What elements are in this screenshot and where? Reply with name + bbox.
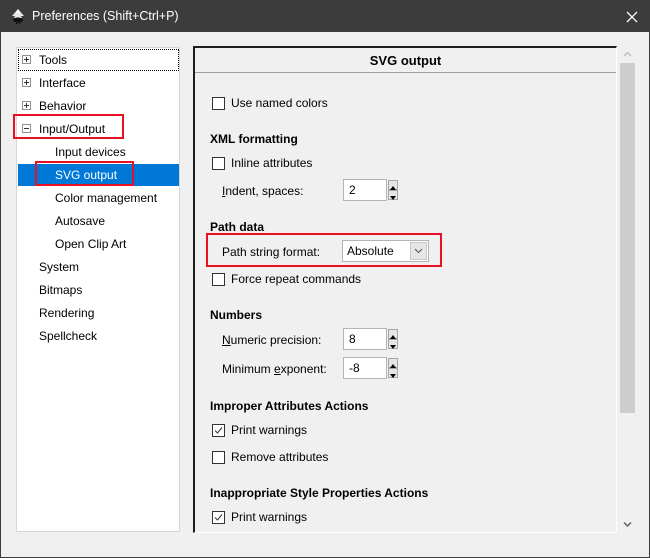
force-repeat-commands-checkbox[interactable] xyxy=(212,273,225,286)
use-named-colors-checkbox[interactable] xyxy=(212,97,225,110)
minimum-exponent-input[interactable]: -8 xyxy=(343,357,387,379)
arrow-down-icon xyxy=(390,196,396,200)
indent-spaces-spinbox[interactable]: 2 xyxy=(343,179,401,201)
tree-item-color-management[interactable]: Color management xyxy=(18,187,179,209)
window-title: Preferences (Shift+Ctrl+P) xyxy=(32,9,179,23)
scroll-thumb[interactable] xyxy=(620,63,635,413)
collapse-minus-icon[interactable] xyxy=(22,124,31,133)
arrow-down-icon xyxy=(390,345,396,349)
tree-item-label: Input/Output xyxy=(39,122,106,136)
path-data-heading: Path data xyxy=(210,220,265,234)
tree-item-bitmaps[interactable]: Bitmaps xyxy=(18,279,179,301)
inappropriate-style-heading: Inappropriate Style Properties Actions xyxy=(210,486,429,500)
tree-item-label: System xyxy=(39,260,80,274)
title-bar: Preferences (Shift+Ctrl+P) xyxy=(1,1,649,32)
improper-print-warnings-checkbox[interactable] xyxy=(212,424,225,437)
tree-item-spellcheck[interactable]: Spellcheck xyxy=(18,325,179,347)
spin-down-button[interactable] xyxy=(388,190,398,200)
tree-item-label: Bitmaps xyxy=(39,283,83,297)
indent-spaces-label: Indent, spaces: xyxy=(222,184,303,198)
numeric-precision-spinbox[interactable]: 8 xyxy=(343,328,401,350)
tree-item-system[interactable]: System xyxy=(18,256,179,278)
spin-up-button[interactable] xyxy=(388,329,398,339)
tree-item-open-clip-art[interactable]: Open Clip Art xyxy=(18,233,179,255)
mnemonic: N xyxy=(222,333,231,347)
expand-plus-icon[interactable] xyxy=(22,78,31,87)
style-print-warnings-label: Print warnings xyxy=(231,510,308,524)
tree-item-svg-output[interactable]: SVG output xyxy=(18,164,179,186)
improper-print-warnings-label: Print warnings xyxy=(231,423,308,437)
tree-item-label: Tools xyxy=(39,53,68,67)
label-text: Minimum xyxy=(222,362,275,376)
label-text: umeric precision: xyxy=(230,333,322,347)
tree-item-input-output[interactable]: Input/Output xyxy=(18,118,179,140)
dropdown-button[interactable] xyxy=(410,242,427,260)
minimum-exponent-spinbox[interactable]: -8 xyxy=(343,357,401,379)
checkmark-icon xyxy=(214,514,223,521)
tree-item-tools[interactable]: Tools xyxy=(18,49,179,71)
improper-attributes-heading: Improper Attributes Actions xyxy=(210,399,369,413)
spin-down-button[interactable] xyxy=(388,339,398,349)
tree-item-label: Spellcheck xyxy=(39,329,98,343)
vertical-scrollbar[interactable] xyxy=(619,46,636,533)
chevron-down-icon xyxy=(414,248,423,254)
path-string-format-label: Path string format: xyxy=(222,245,321,259)
path-string-format-dropdown[interactable]: Absolute xyxy=(342,240,429,262)
chevron-down-icon xyxy=(623,521,632,528)
tree-item-autosave[interactable]: Autosave xyxy=(18,210,179,232)
remove-attributes-checkbox[interactable] xyxy=(212,451,225,464)
tree-item-label: Rendering xyxy=(39,306,95,320)
tree-item-label: Behavior xyxy=(39,99,87,113)
numeric-precision-input[interactable]: 8 xyxy=(343,328,387,350)
tree-item-label: Input devices xyxy=(55,145,126,159)
tree-item-rendering[interactable]: Rendering xyxy=(18,302,179,324)
tree-item-input-devices[interactable]: Input devices xyxy=(18,141,179,163)
scroll-down-button[interactable] xyxy=(619,516,636,533)
spin-down-button[interactable] xyxy=(388,368,398,378)
arrow-down-icon xyxy=(390,374,396,378)
tree-item-label: Interface xyxy=(39,76,86,90)
indent-spaces-input[interactable]: 2 xyxy=(343,179,387,201)
chevron-up-icon xyxy=(623,51,632,57)
preferences-tree[interactable]: Tools Interface Behavior Input/Output In… xyxy=(16,47,180,532)
xml-formatting-heading: XML formatting xyxy=(210,132,298,146)
inline-attributes-label: Inline attributes xyxy=(231,156,313,170)
tree-item-interface[interactable]: Interface xyxy=(18,72,179,94)
close-button[interactable] xyxy=(615,1,649,32)
use-named-colors-label: Use named colors xyxy=(231,96,328,110)
remove-attributes-label: Remove attributes xyxy=(231,450,329,464)
force-repeat-commands-label: Force repeat commands xyxy=(231,272,362,286)
numbers-heading: Numbers xyxy=(210,308,263,322)
tree-item-label: Open Clip Art xyxy=(55,237,127,251)
scroll-up-button[interactable] xyxy=(619,46,636,63)
panel-title: SVG output xyxy=(195,48,616,73)
minimum-exponent-label: Minimum exponent: xyxy=(222,362,327,376)
tree-item-label: Autosave xyxy=(55,214,106,228)
svg-output-panel: SVG output Use named colors XML formatti… xyxy=(193,46,617,533)
label-text: ndent, spaces: xyxy=(225,184,304,198)
label-text: xponent: xyxy=(280,362,327,376)
spin-up-button[interactable] xyxy=(388,180,398,190)
inkscape-logo-icon xyxy=(12,9,24,24)
checkmark-icon xyxy=(214,427,223,434)
tree-item-label: SVG output xyxy=(55,168,118,182)
spin-up-button[interactable] xyxy=(388,358,398,368)
close-icon xyxy=(626,11,638,22)
dropdown-value: Absolute xyxy=(347,244,394,258)
inline-attributes-checkbox[interactable] xyxy=(212,157,225,170)
style-print-warnings-checkbox[interactable] xyxy=(212,511,225,524)
mnemonic: e xyxy=(274,362,281,376)
numeric-precision-label: Numeric precision: xyxy=(222,333,321,347)
tree-item-behavior[interactable]: Behavior xyxy=(18,95,179,117)
expand-plus-icon[interactable] xyxy=(22,55,31,64)
tree-item-label: Color management xyxy=(55,191,158,205)
preferences-dialog: Preferences (Shift+Ctrl+P) Tools Interfa… xyxy=(0,0,650,558)
expand-plus-icon[interactable] xyxy=(22,101,31,110)
